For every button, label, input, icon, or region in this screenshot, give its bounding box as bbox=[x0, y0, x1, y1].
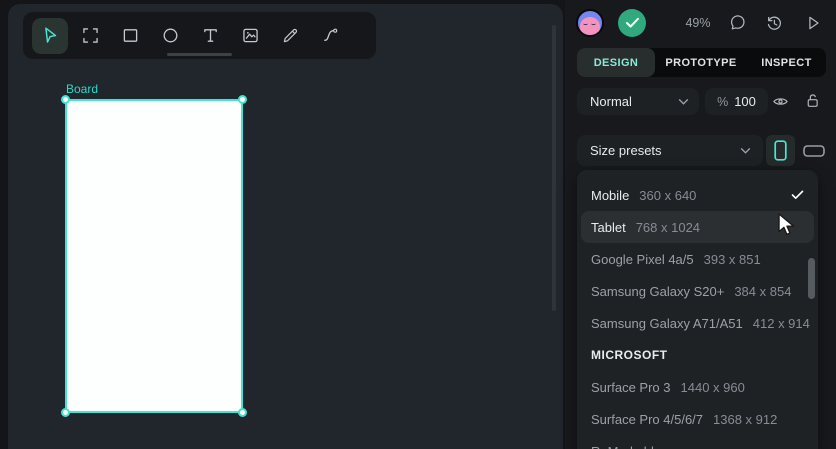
ellipse-icon bbox=[160, 25, 181, 46]
history-icon[interactable] bbox=[764, 13, 784, 33]
image-tool-button[interactable] bbox=[232, 18, 268, 54]
tab-design[interactable]: DESIGN bbox=[577, 48, 655, 77]
pencil-icon bbox=[280, 25, 301, 46]
percent-symbol: % bbox=[717, 94, 729, 109]
orientation-portrait-button[interactable] bbox=[766, 135, 795, 166]
board-name-label[interactable]: Board bbox=[66, 82, 98, 96]
image-icon bbox=[240, 25, 261, 46]
rectangle-tool-button[interactable] bbox=[112, 18, 148, 54]
preset-option-remarkable-clipped[interactable]: ReMarkable bbox=[577, 435, 818, 449]
panel-tabbar: DESIGN PROTOTYPE INSPECT bbox=[577, 48, 826, 77]
blend-mode-value: Normal bbox=[590, 94, 632, 109]
orientation-landscape-button[interactable] bbox=[798, 135, 829, 166]
select-arrow-icon bbox=[39, 25, 61, 47]
saved-status-button[interactable] bbox=[618, 9, 646, 37]
opacity-value: 100 bbox=[734, 94, 756, 109]
curve-path-icon bbox=[320, 25, 341, 46]
canvas-vertical-scrollbar[interactable] bbox=[552, 25, 556, 311]
ellipse-tool-button[interactable] bbox=[152, 18, 188, 54]
selection-handle-bottom-right[interactable] bbox=[238, 408, 247, 417]
user-avatar[interactable] bbox=[576, 9, 604, 37]
tab-inspect[interactable]: INSPECT bbox=[747, 48, 826, 77]
preset-option-surface-pro-3[interactable]: Surface Pro 3 1440 x 960 bbox=[577, 371, 818, 403]
comments-icon[interactable] bbox=[728, 13, 748, 33]
blend-mode-select[interactable]: Normal bbox=[577, 88, 699, 115]
board-frame-icon bbox=[80, 25, 101, 46]
text-tool-button[interactable] bbox=[192, 18, 228, 54]
play-icon[interactable] bbox=[803, 13, 823, 33]
mouse-cursor bbox=[777, 213, 797, 237]
rectangle-icon bbox=[120, 25, 141, 46]
canvas-viewport[interactable]: Board bbox=[8, 4, 563, 449]
preset-section-microsoft: MICROSOFT bbox=[591, 348, 668, 362]
panel-header: 49% bbox=[565, 9, 836, 37]
preset-option-galaxy-s20[interactable]: Samsung Galaxy S20+ 384 x 854 bbox=[577, 275, 818, 307]
chevron-down-icon bbox=[678, 98, 689, 106]
toolbar-drag-handle[interactable] bbox=[167, 53, 232, 56]
zoom-level[interactable]: 49% bbox=[673, 16, 723, 30]
size-presets-dropdown: Mobile 360 x 640 Tablet 768 x 1024 Googl… bbox=[577, 170, 818, 449]
preset-option-galaxy-a71[interactable]: Samsung Galaxy A71/A51 412 x 914 bbox=[577, 307, 818, 339]
selection-handle-top-left[interactable] bbox=[61, 95, 70, 104]
phone-portrait-icon bbox=[774, 140, 787, 161]
preset-option-mobile[interactable]: Mobile 360 x 640 bbox=[577, 179, 818, 211]
board-tool-button[interactable] bbox=[72, 18, 108, 54]
pen-tool-button[interactable] bbox=[272, 18, 308, 54]
tab-prototype[interactable]: PROTOTYPE bbox=[655, 48, 747, 77]
selection-handle-bottom-left[interactable] bbox=[61, 408, 70, 417]
avatar-face bbox=[580, 17, 600, 35]
preset-option-surface-pro-4567[interactable]: Surface Pro 4/5/6/7 1368 x 912 bbox=[577, 403, 818, 435]
unlock-icon[interactable] bbox=[804, 91, 821, 110]
eye-icon[interactable] bbox=[771, 93, 790, 110]
path-tool-button[interactable] bbox=[312, 18, 348, 54]
select-tool-button[interactable] bbox=[32, 17, 68, 54]
tools-toolbar bbox=[23, 12, 376, 59]
size-presets-label: Size presets bbox=[590, 143, 662, 158]
selection-handle-top-right[interactable] bbox=[238, 95, 247, 104]
check-icon bbox=[625, 17, 640, 29]
preset-option-google-pixel[interactable]: Google Pixel 4a/5 393 x 851 bbox=[577, 243, 818, 275]
text-icon bbox=[200, 25, 221, 46]
design-app-window: Board 49% DESIGN PROTOTYPE INSPECT Norma… bbox=[0, 0, 836, 449]
dropdown-scrollbar[interactable] bbox=[808, 258, 815, 299]
phone-landscape-icon bbox=[802, 144, 825, 157]
selected-check-icon bbox=[791, 190, 804, 200]
opacity-input[interactable]: % 100 bbox=[705, 88, 768, 115]
board-artboard[interactable] bbox=[61, 95, 247, 417]
size-presets-select[interactable]: Size presets bbox=[577, 135, 763, 166]
chevron-down-icon bbox=[740, 147, 751, 155]
